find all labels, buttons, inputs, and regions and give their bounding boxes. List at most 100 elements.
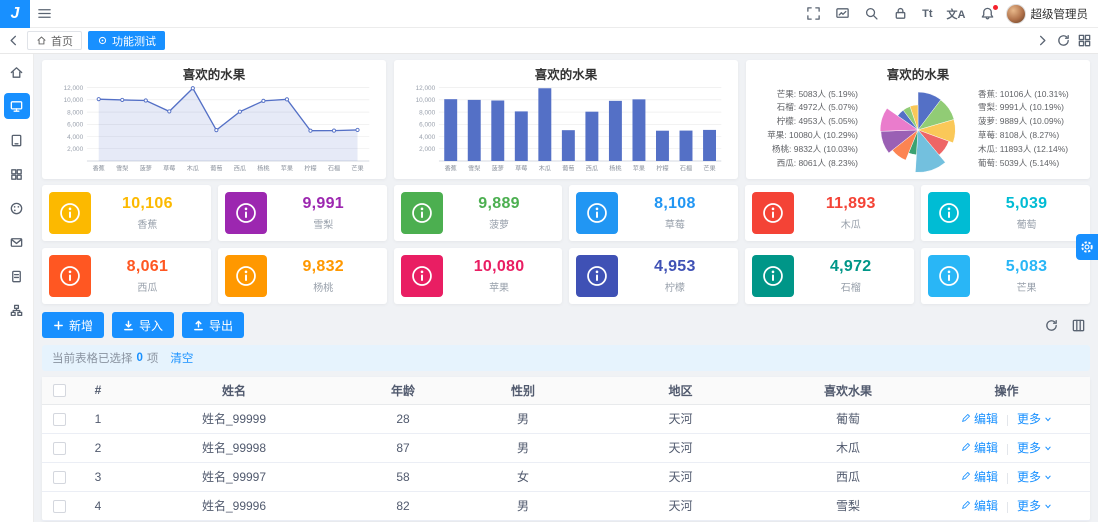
tab-home[interactable]: 首页 xyxy=(27,31,82,50)
font-size-button[interactable]: Tt xyxy=(915,0,939,28)
translate-button[interactable]: 文A xyxy=(940,0,973,28)
stat-label: 葡萄 xyxy=(1016,220,1037,231)
column-header: 操作 xyxy=(923,377,1090,405)
sidebar-item-org[interactable] xyxy=(4,297,30,323)
more-link[interactable]: 更多 xyxy=(1017,410,1052,427)
more-link[interactable]: 更多 xyxy=(1017,497,1052,514)
column-header: 地区 xyxy=(588,377,773,405)
charts-row: 喜欢的水果 2,000 4,000 6,000 8,000 10,000 12,000 香蕉… xyxy=(42,60,1090,179)
select-all-checkbox[interactable] xyxy=(52,384,66,398)
clear-selection-link[interactable]: 清空 xyxy=(170,350,193,366)
edit-link[interactable]: 编辑 xyxy=(961,439,998,456)
tabs-refresh-button[interactable] xyxy=(1056,33,1071,48)
table-cell: 天河 xyxy=(588,433,773,463)
column-header: 姓名 xyxy=(120,377,348,405)
svg-text:香蕉: 香蕉 xyxy=(445,164,457,172)
more-link[interactable]: 更多 xyxy=(1017,439,1052,456)
table-cell: 男 xyxy=(458,433,588,463)
search-button[interactable] xyxy=(857,0,886,28)
info-icon xyxy=(928,255,971,297)
column-settings-button[interactable] xyxy=(1071,318,1086,333)
sidebar-item-active[interactable] xyxy=(3,93,30,119)
edit-link[interactable]: 编辑 xyxy=(961,468,998,485)
stat-value: 9,832 xyxy=(302,258,345,275)
document-edit-icon xyxy=(12,270,21,282)
add-button[interactable]: 新增 xyxy=(42,312,105,338)
svg-text:芒果: 芒果 xyxy=(351,164,363,172)
more-link[interactable]: 更多 xyxy=(1017,468,1052,485)
sidebar-item-messages[interactable] xyxy=(4,229,30,255)
info-icon xyxy=(400,255,443,297)
action-divider xyxy=(1007,414,1008,426)
stat-value: 5,083 xyxy=(1005,258,1048,275)
action-divider xyxy=(1007,443,1008,455)
notifications-button[interactable] xyxy=(973,0,1002,28)
stat-value: 8,108 xyxy=(654,195,696,212)
svg-text:木瓜: 木瓜 xyxy=(539,164,551,172)
tabs-scroll-right-button[interactable] xyxy=(1035,33,1050,48)
sidebar-item-apps[interactable] xyxy=(4,161,30,187)
column-header: 年龄 xyxy=(348,377,458,405)
stat-card-4: 8,108 草莓 xyxy=(569,185,739,241)
svg-text:10,000: 10,000 xyxy=(64,97,84,104)
row-checkbox[interactable] xyxy=(52,499,66,513)
app-logo[interactable]: J xyxy=(0,0,30,28)
chevron-right-icon xyxy=(1039,35,1046,46)
sidebar-item-theme[interactable] xyxy=(4,195,30,221)
lock-screen-button[interactable] xyxy=(886,0,915,28)
pie-label: 香蕉: 10106人 (10.31%) xyxy=(978,88,1069,99)
apps-icon xyxy=(11,168,22,180)
stat-value: 10,080 xyxy=(473,258,525,275)
svg-text:8,000: 8,000 xyxy=(419,109,435,116)
menu-collapse-button[interactable] xyxy=(30,0,59,28)
row-checkbox[interactable] xyxy=(52,470,66,484)
svg-text:菠萝: 菠萝 xyxy=(492,164,504,172)
table-cell: 天河 xyxy=(588,404,773,434)
action-divider xyxy=(1007,501,1008,513)
table-cell: 姓名_99996 xyxy=(120,491,348,521)
svg-text:葡萄: 葡萄 xyxy=(562,164,574,172)
sidebar-item-home[interactable] xyxy=(4,59,30,85)
edit-link[interactable]: 编辑 xyxy=(961,497,998,514)
sidebar-item-forms[interactable] xyxy=(4,263,30,289)
edit-link[interactable]: 编辑 xyxy=(961,410,998,427)
notification-badge xyxy=(992,4,998,10)
avatar[interactable] xyxy=(1005,3,1026,24)
tabs-scroll-left-button[interactable] xyxy=(6,33,21,48)
pie-label: 木瓜: 11893人 (12.14%) xyxy=(978,143,1069,154)
tabs-fullscreen-button[interactable] xyxy=(1077,33,1092,48)
dashboard-screen-button[interactable] xyxy=(828,0,857,28)
tab-home-label: 首页 xyxy=(51,35,73,48)
user-menu[interactable]: 超级管理员 xyxy=(1005,3,1088,24)
bar-chart-panel: 喜欢的水果 2,000 4,000 6,000 8,000 10,000 12,000 香蕉… xyxy=(394,60,738,179)
refresh-table-button[interactable] xyxy=(1044,318,1059,333)
svg-text:柠檬: 柠檬 xyxy=(304,164,316,172)
mail-icon xyxy=(10,237,23,247)
palette-icon xyxy=(10,202,23,214)
stat-body: 8,108 草莓 xyxy=(618,195,731,231)
svg-text:10,000: 10,000 xyxy=(416,97,436,104)
column-header: 性别 xyxy=(458,377,588,405)
svg-text:菠萝: 菠萝 xyxy=(140,164,152,172)
row-checkbox[interactable] xyxy=(52,412,66,426)
export-button[interactable]: 导出 xyxy=(182,312,245,338)
theme-settings-button[interactable] xyxy=(1076,234,1098,260)
info-icon xyxy=(576,255,619,297)
svg-text:香蕉: 香蕉 xyxy=(93,164,105,172)
line-chart: 2,000 4,000 6,000 8,000 10,000 12,000 香蕉 雪梨 菠萝 草莓… xyxy=(48,81,380,177)
stat-card-10: 4,953 柠檬 xyxy=(569,248,739,304)
table-cell: 3 xyxy=(76,462,120,492)
sidebar-item-docs[interactable] xyxy=(4,127,30,153)
row-checkbox[interactable] xyxy=(52,441,66,455)
stat-body: 5,039 葡萄 xyxy=(970,195,1083,231)
tab-function-test[interactable]: 功能测试 xyxy=(88,31,165,50)
stat-body: 9,991 雪梨 xyxy=(267,195,380,231)
fullscreen-button[interactable] xyxy=(799,0,828,28)
stat-card-1: 10,106 香蕉 xyxy=(42,185,211,241)
chevron-left-icon xyxy=(10,35,17,46)
import-button[interactable]: 导入 xyxy=(112,312,175,338)
pie-chart: 芒果: 5083人 (5.19%) 石榴: 4972人 (5.07%) 柠檬: 49… xyxy=(752,81,1084,177)
search-icon xyxy=(866,7,878,20)
selection-prefix: 当前表格已选择 xyxy=(52,353,133,365)
stat-body: 10,106 香蕉 xyxy=(91,195,204,231)
